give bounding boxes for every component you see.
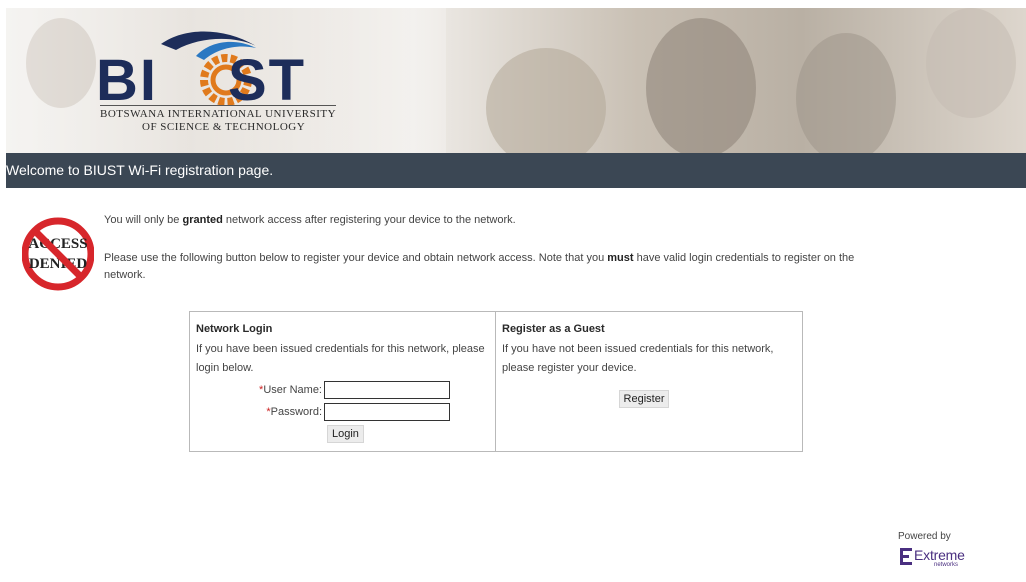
login-panel: Network Login If you have been issued cr… [189, 311, 803, 452]
network-login-section: Network Login If you have been issued cr… [190, 312, 496, 451]
password-input[interactable] [324, 403, 450, 421]
logo-lettering: BI ST [96, 48, 307, 113]
page-title: Welcome to BIUST Wi-Fi registration page… [6, 153, 1026, 188]
network-login-heading: Network Login [196, 323, 273, 335]
powered-by-label: Powered by [898, 531, 951, 542]
login-button-wrap: Login [196, 425, 489, 444]
username-label-text: User Name: [263, 383, 322, 396]
logo-rule [100, 105, 336, 106]
registration-notice: You will only be granted network access … [104, 212, 516, 229]
logo-subtitle: OF SCIENCE & TECHNOLOGY [142, 121, 306, 133]
extreme-brand-subtext: networks [934, 562, 959, 568]
guest-description: If you have not been issued credentials … [502, 343, 774, 374]
banner-photo [926, 8, 1016, 118]
password-label: *Password: [196, 403, 324, 422]
extreme-logo-icon [900, 548, 912, 565]
register-button[interactable]: Register [618, 390, 670, 408]
banner-photo [486, 48, 606, 153]
notice-text: network access after registering your de… [222, 214, 516, 226]
guest-heading: Register as a Guest [502, 323, 605, 335]
username-input[interactable] [324, 381, 450, 399]
guest-register-section: Register as a Guest If you have not been… [496, 312, 802, 451]
banner-photo [646, 18, 756, 153]
network-login-description: If you have been issued credentials for … [196, 343, 485, 374]
login-button[interactable]: Login [327, 425, 364, 443]
extreme-brand-text: Extreme [914, 547, 965, 563]
password-row: *Password: [196, 402, 489, 422]
notice-emphasis: granted [182, 214, 223, 226]
username-row: *User Name: [196, 380, 489, 400]
password-label-text: Password: [270, 405, 322, 418]
registration-instructions: Please use the following button below to… [104, 250, 884, 284]
notice-text: You will only be [104, 214, 183, 226]
access-denied-icon: ACCESS DENIED [22, 217, 94, 291]
banner-photo [796, 33, 896, 153]
extreme-networks-logo[interactable]: Extreme networks [900, 546, 965, 572]
logo-subtitle: BOTSWANA INTERNATIONAL UNIVERSITY [100, 108, 337, 120]
instructions-emphasis: must [607, 252, 634, 264]
register-button-wrap: Register [502, 390, 796, 409]
biust-logo: BI ST BOTSWANA INTERNATIONAL UNIVERSITY O… [96, 26, 356, 136]
instructions-text: Please use the following button below to… [104, 252, 608, 264]
username-label: *User Name: [196, 381, 324, 400]
